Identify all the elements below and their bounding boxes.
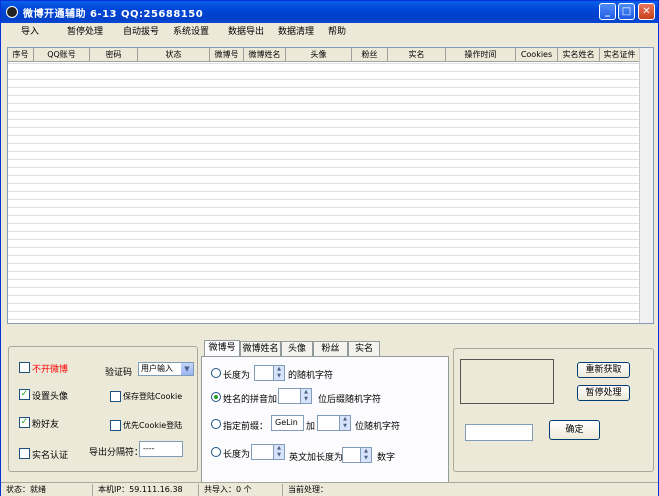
- pinyin-suffix-suffix: 位后缀随机字符: [318, 395, 382, 405]
- set-avatar-label: 设置头像: [32, 392, 69, 402]
- column-header[interactable]: 微博号: [210, 48, 244, 62]
- column-header[interactable]: 密码: [90, 48, 138, 62]
- prefer-cookie-label: 优先Cookie登陆: [123, 421, 183, 430]
- accounts-table[interactable]: 序号 QQ账号 密码 状态 微博号 微博姓名 头像 粉丝 实名 操作时间 Coo…: [7, 47, 654, 324]
- status-bar: 状态：就绪 本机IP：59.111.16.38 共导入：0 个 当前处理：: [1, 482, 658, 496]
- status-state: 状态：就绪: [3, 484, 93, 496]
- status-imported-count: 共导入：0 个: [201, 484, 283, 496]
- spin-arrows-icon[interactable]: ▲ ▼: [273, 445, 284, 459]
- table-scrollbar[interactable]: [639, 48, 653, 323]
- spin-arrows-icon[interactable]: ▲ ▼: [300, 389, 311, 403]
- custom-prefix-label: 指定前缀：: [223, 422, 269, 432]
- realname-auth-label: 实名认证: [32, 451, 69, 461]
- refresh-captcha-button[interactable]: 重新获取: [577, 362, 630, 378]
- menu-bar: 导入 暂停处理 自动拔号 系统设置 数据导出 数据清理 帮助: [1, 23, 658, 41]
- close-button[interactable]: ✕: [638, 3, 655, 20]
- add-friends-label: 粉好友: [32, 420, 60, 430]
- tab-avatar[interactable]: 头像: [281, 341, 313, 357]
- menu-pause-processing[interactable]: 暂停处理: [67, 24, 103, 40]
- tab-fans[interactable]: 粉丝: [313, 341, 348, 357]
- chevron-down-icon[interactable]: ▼: [181, 363, 193, 375]
- custom-prefix-mid: 加: [306, 422, 316, 432]
- custom-prefix-count-input[interactable]: ▲ ▼: [317, 415, 351, 431]
- menu-system-settings[interactable]: 系统设置: [173, 24, 209, 40]
- menu-data-clear[interactable]: 数据清理: [278, 24, 314, 40]
- column-header[interactable]: 实名证件: [600, 48, 640, 62]
- menu-import[interactable]: 导入: [21, 24, 39, 40]
- pinyin-suffix-radio[interactable]: [211, 392, 221, 402]
- window-title: 微博开通辅助 6-13 QQ:25688150: [23, 9, 204, 20]
- tab-realname[interactable]: 实名: [348, 341, 380, 357]
- letters-digits-radio[interactable]: [211, 447, 221, 457]
- captcha-select-value: 用户输入: [141, 364, 173, 373]
- column-header[interactable]: Cookies: [516, 48, 558, 62]
- menu-data-export[interactable]: 数据导出: [228, 24, 264, 40]
- random-length-input[interactable]: ▲ ▼: [254, 365, 285, 381]
- table-body[interactable]: [8, 63, 639, 323]
- digits-length-input[interactable]: ▲ ▼: [342, 447, 372, 463]
- minimize-button[interactable]: _: [599, 3, 616, 20]
- not-open-weibo-checkbox[interactable]: [19, 362, 30, 373]
- confirm-button[interactable]: 确定: [549, 420, 600, 440]
- letters-length-mid: 英文加长度为: [289, 453, 344, 463]
- column-header[interactable]: 粉丝: [352, 48, 388, 62]
- captcha-select[interactable]: 用户输入 ▼: [138, 362, 194, 376]
- column-header[interactable]: 实名姓名: [558, 48, 600, 62]
- custom-prefix-input[interactable]: GeLin: [271, 415, 304, 431]
- spin-arrows-icon[interactable]: ▲ ▼: [273, 366, 284, 380]
- column-header[interactable]: QQ账号: [34, 48, 90, 62]
- set-avatar-checkbox[interactable]: ✓: [19, 389, 30, 400]
- tab-weibo-name[interactable]: 微博姓名: [240, 341, 281, 357]
- column-header[interactable]: 状态: [138, 48, 210, 62]
- export-separator-input[interactable]: ----: [139, 441, 183, 457]
- column-header[interactable]: 头像: [286, 48, 352, 62]
- letters-length-input[interactable]: ▲ ▼: [251, 444, 285, 460]
- save-cookie-checkbox[interactable]: [110, 391, 121, 402]
- spin-arrows-icon[interactable]: ▲ ▼: [339, 416, 350, 430]
- column-header[interactable]: 操作时间: [446, 48, 516, 62]
- column-header[interactable]: 序号: [8, 48, 34, 62]
- status-local-ip: 本机IP：59.111.16.38: [95, 484, 199, 496]
- pinyin-suffix-input[interactable]: ▲ ▼: [278, 388, 312, 404]
- app-window: 微博开通辅助 6-13 QQ:25688150 _ □ ✕ 导入 暂停处理 自动…: [0, 0, 659, 496]
- menu-help[interactable]: 帮助: [328, 24, 346, 40]
- tab-weibo-id[interactable]: 微博号: [204, 340, 240, 357]
- random-length-prefix: 长度为: [223, 371, 251, 381]
- pinyin-suffix-prefix: 姓名的拼音加: [223, 395, 278, 405]
- menu-auto-dial[interactable]: 自动拔号: [123, 24, 159, 40]
- app-logo-icon: [6, 6, 18, 18]
- captcha-label: 验证码: [105, 368, 133, 378]
- column-header[interactable]: 微博姓名: [244, 48, 286, 62]
- custom-prefix-suffix: 位随机字符: [355, 422, 401, 432]
- pause-processing-button[interactable]: 暂停处理: [577, 385, 630, 401]
- captcha-image[interactable]: [460, 359, 554, 404]
- export-separator-label: 导出分隔符：: [89, 448, 144, 458]
- custom-prefix-radio[interactable]: [211, 419, 221, 429]
- column-header[interactable]: 实名: [388, 48, 446, 62]
- save-cookie-label: 保存登陆Cookie: [123, 392, 183, 401]
- captcha-input[interactable]: [465, 424, 533, 441]
- maximize-button[interactable]: □: [618, 3, 635, 20]
- random-length-suffix: 的随机字符: [288, 371, 334, 381]
- not-open-weibo-label: 不开微博: [32, 365, 69, 375]
- digits-length-suffix: 数字: [377, 453, 396, 463]
- letters-length-prefix: 长度为: [223, 450, 251, 460]
- title-bar[interactable]: 微博开通辅助 6-13 QQ:25688150 _ □ ✕: [1, 1, 658, 23]
- prefer-cookie-checkbox[interactable]: [110, 420, 121, 431]
- add-friends-checkbox[interactable]: ✓: [19, 417, 30, 428]
- table-header: 序号 QQ账号 密码 状态 微博号 微博姓名 头像 粉丝 实名 操作时间 Coo…: [8, 48, 653, 62]
- realname-auth-checkbox[interactable]: [19, 448, 30, 459]
- random-length-radio[interactable]: [211, 368, 221, 378]
- status-current-item: 当前处理：: [288, 485, 328, 494]
- spin-arrows-icon[interactable]: ▲ ▼: [360, 448, 371, 462]
